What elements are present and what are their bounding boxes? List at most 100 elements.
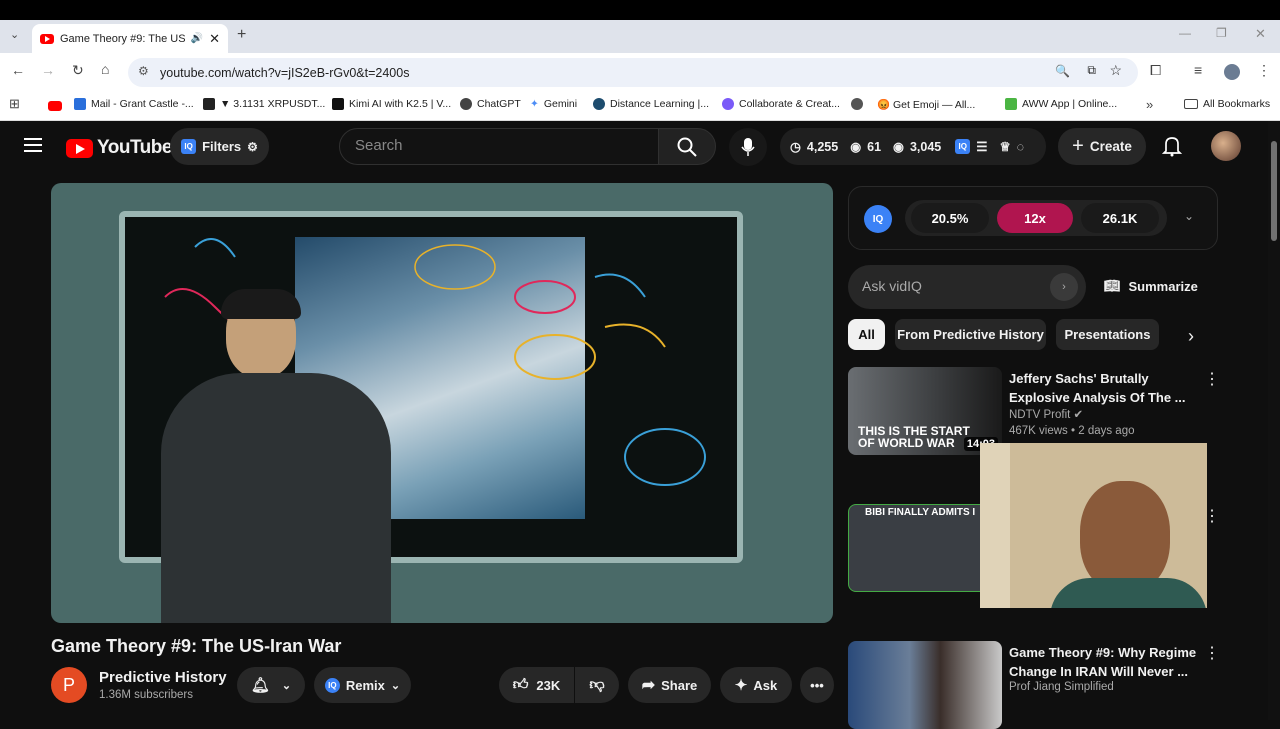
more-actions-button[interactable]: ••• xyxy=(800,667,834,703)
vidiq-outlier-stat[interactable]: 12x xyxy=(997,203,1073,233)
install-icon[interactable]: ⧉ xyxy=(1087,63,1096,78)
youtube-page: YouTube NZ IQ Filters ⚙ Search ◷4,255 ◉6… xyxy=(0,121,1280,729)
tab-search-icon[interactable]: ⌄ xyxy=(10,28,19,41)
menu-icon[interactable]: ⋮ xyxy=(1257,62,1271,79)
bookmark-gemini[interactable]: ✦ Gemini xyxy=(530,98,577,110)
recommendation-menu-icon[interactable]: ⋮ xyxy=(1204,643,1220,663)
search-input[interactable]: Search xyxy=(339,128,659,165)
recommendation-thumbnail[interactable]: THIS IS THE START OF WORLD WAR 14:03 xyxy=(848,367,1002,455)
url-input[interactable]: ⚙ youtube.com/watch?v=jIS2eB-rGv0&t=2400… xyxy=(128,58,1138,87)
thumbs-down-icon: 👎︎ xyxy=(589,676,605,693)
recommendation-thumbnail[interactable] xyxy=(848,641,1002,729)
remix-button[interactable]: IQ Remix ⌄ xyxy=(314,667,411,703)
bookmark-emoji[interactable]: 😡 Get Emoji — All... xyxy=(877,98,975,111)
chat-icon: ◌ xyxy=(1016,139,1025,154)
sparkle-icon: ✦ xyxy=(734,677,748,694)
folder-icon xyxy=(1184,99,1198,109)
gemini-icon: ✦ xyxy=(530,98,539,110)
youtube-logo[interactable]: YouTube NZ xyxy=(66,136,187,159)
subscribe-notification-button[interactable]: 🔔︎ ⌄ xyxy=(237,667,305,703)
voice-search-button[interactable] xyxy=(729,128,767,166)
share-icon: ➦ xyxy=(641,677,656,694)
recommendation-channel: NDTV Profit ✔ xyxy=(1009,409,1084,421)
channel-name[interactable]: Predictive History xyxy=(99,669,227,686)
extensions-icon[interactable]: ⧠ xyxy=(1150,62,1161,79)
new-tab-icon[interactable]: + xyxy=(237,26,246,44)
bookmarks-bar: ⊞ Mail - Grant Castle -... ▼ 3.1131 XRPU… xyxy=(0,91,1280,121)
chips-next-icon[interactable]: › xyxy=(1188,326,1194,347)
bookmark-mail[interactable]: Mail - Grant Castle -... xyxy=(74,98,194,110)
browser-tab[interactable]: Game Theory #9: The US-Ir 🔊 ✕ xyxy=(32,24,228,53)
recommendation-thumbnail[interactable]: BIBI FINALLY ADMITS I xyxy=(848,504,1002,592)
bookmark-distance-learning[interactable]: Distance Learning |... xyxy=(593,98,709,110)
like-button[interactable]: 👍︎ 23K xyxy=(499,667,574,703)
bookmark-xrp[interactable]: ▼ 3.1131 XRPUSDT... xyxy=(203,98,325,110)
bell-icon: 🔔︎ xyxy=(250,677,270,694)
page-scrollbar[interactable] xyxy=(1268,121,1280,720)
ask-vidiq-input[interactable]: Ask vidIQ › xyxy=(848,265,1086,309)
world-icon xyxy=(851,98,863,110)
bookmark-collaborate[interactable]: Collaborate & Creat... xyxy=(722,98,840,110)
apps-icon[interactable]: ⊞ xyxy=(9,96,20,112)
profile-avatar[interactable] xyxy=(1224,64,1240,80)
vidiq-stats-bar[interactable]: ◷ 4,255 ◉ 61 ◉ 3,045 IQ ☰ ♕ ◌ xyxy=(780,128,1046,165)
bookmark-kimi[interactable]: Kimi AI with K2.5 | V... xyxy=(332,98,451,110)
ask-button[interactable]: ✦ Ask xyxy=(720,667,792,703)
filters-button[interactable]: IQ Filters ⚙ xyxy=(170,128,269,165)
recommendation-item[interactable]: Game Theory #9: Why Regime Change In IRA… xyxy=(848,641,1220,729)
notifications-bell-icon[interactable] xyxy=(1162,135,1182,157)
home-icon[interactable]: ⌂ xyxy=(101,61,109,77)
media-icon[interactable]: ≡ xyxy=(1194,62,1202,78)
close-tab-icon[interactable]: ✕ xyxy=(209,31,220,47)
forward-icon[interactable]: → xyxy=(41,62,55,78)
eye-icon: ◉ xyxy=(850,140,862,154)
recommendation-menu-icon[interactable]: ⋮ xyxy=(1204,369,1220,389)
summarize-button[interactable]: 📖︎ Summarize xyxy=(1104,278,1198,294)
chart-icon xyxy=(203,98,215,110)
restore-icon[interactable]: ❐ xyxy=(1216,26,1227,40)
share-button[interactable]: ➦ Share xyxy=(628,667,711,703)
chip-all[interactable]: All xyxy=(848,319,885,350)
tab-title: Game Theory #9: The US-Ir xyxy=(60,32,185,45)
vidiq-score-stat[interactable]: 20.5% xyxy=(911,203,989,233)
bookmark-chatgpt[interactable]: ChatGPT xyxy=(460,98,521,110)
bookmark-aww[interactable]: AWW App | Online... xyxy=(1005,98,1117,110)
dislike-button[interactable]: 👎︎ xyxy=(575,667,619,703)
bookmark-star-icon[interactable]: ☆ xyxy=(1109,62,1122,79)
video-player[interactable] xyxy=(51,183,833,623)
thumbs-up-icon: 👍︎ xyxy=(512,676,529,693)
audio-icon[interactable]: 🔊 xyxy=(191,33,203,44)
youtube-bookmark-icon[interactable] xyxy=(48,101,62,111)
search-button[interactable] xyxy=(658,128,716,165)
minimize-icon[interactable]: — xyxy=(1179,26,1191,40)
hamburger-menu-icon[interactable] xyxy=(24,138,42,152)
reload-icon[interactable]: ↻ xyxy=(72,62,84,79)
site-info-icon[interactable]: ⚙ xyxy=(138,64,149,78)
back-icon[interactable]: ← xyxy=(11,62,25,78)
all-bookmarks[interactable]: All Bookmarks xyxy=(1184,98,1270,110)
trophy-icon: ♕ xyxy=(999,140,1011,154)
zoom-icon[interactable]: 🔍 xyxy=(1055,64,1070,78)
recommendation-title: Jeffery Sachs' Brutally Explosive Analys… xyxy=(1009,371,1186,405)
video-title: Game Theory #9: The US-Iran War xyxy=(51,636,342,656)
webcam-overlay xyxy=(980,443,1207,608)
close-window-icon[interactable]: ✕ xyxy=(1255,26,1266,42)
expand-chevron-icon[interactable]: ⌄ xyxy=(1184,209,1194,223)
create-button[interactable]: + Create xyxy=(1058,128,1146,165)
channel-avatar[interactable]: P xyxy=(51,667,87,703)
chip-presentations[interactable]: Presentations xyxy=(1056,319,1159,350)
chevron-down-icon: ⌄ xyxy=(281,679,292,692)
address-toolbar: ← → ↻ ⌂ ⚙ youtube.com/watch?v=jIS2eB-rGv… xyxy=(0,53,1280,91)
collaborate-icon xyxy=(722,98,734,110)
bookmark-globe[interactable] xyxy=(851,98,863,110)
list-icon: ☰ xyxy=(976,140,988,154)
more-bookmarks-icon[interactable]: » xyxy=(1146,97,1153,112)
chip-from-channel[interactable]: From Predictive History xyxy=(895,319,1046,350)
mail-icon xyxy=(74,98,86,110)
vidiq-panel: IQ 20.5% 12x 26.1K ⌄ xyxy=(848,186,1218,250)
vidiq-views-stat[interactable]: 26.1K xyxy=(1081,203,1159,233)
account-avatar[interactable] xyxy=(1211,131,1241,161)
kimi-icon xyxy=(332,98,344,110)
microphone-icon xyxy=(741,138,755,156)
ask-submit-icon[interactable]: › xyxy=(1050,273,1078,301)
